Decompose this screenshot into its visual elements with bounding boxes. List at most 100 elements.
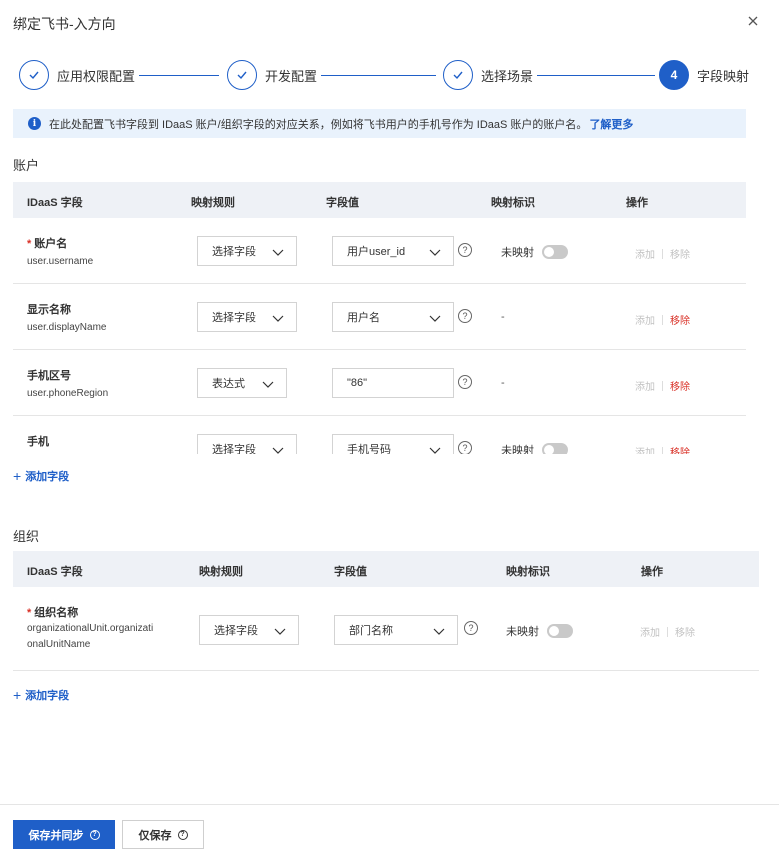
help-icon: ?	[177, 829, 188, 840]
help-icon[interactable]: ?	[458, 375, 472, 389]
map-flag: -	[501, 311, 505, 323]
close-icon[interactable]	[745, 13, 761, 29]
step-2[interactable]: 开发配置	[227, 60, 317, 90]
mapping-toggle[interactable]	[542, 443, 568, 454]
remove-button[interactable]: 移除	[670, 312, 690, 327]
add-button[interactable]: 添加	[635, 444, 655, 454]
step-number: 4	[659, 60, 689, 90]
col-flag: 映射标识	[506, 566, 550, 578]
required-mark: *	[27, 238, 32, 250]
chevron-down-icon	[272, 315, 284, 322]
add-button[interactable]: 添加	[635, 246, 655, 261]
field-key: organizationalUnit.organizati onalUnitNa…	[27, 623, 154, 650]
account-section-title: 账户	[13, 158, 40, 173]
col-rule: 映射规则	[191, 197, 235, 209]
help-icon[interactable]: ?	[458, 243, 472, 257]
value-select[interactable]: 手机号码	[332, 434, 454, 454]
add-account-field-button[interactable]: + 添加字段	[13, 468, 69, 484]
remove-button[interactable]: 移除	[670, 444, 690, 454]
map-flag: 未映射	[501, 244, 568, 260]
check-icon	[227, 60, 257, 90]
mapping-toggle[interactable]	[547, 624, 573, 638]
step-label: 字段映射	[697, 68, 750, 84]
mapping-toggle[interactable]	[542, 245, 568, 259]
learn-more-link[interactable]: 了解更多	[589, 116, 633, 132]
step-connector	[139, 75, 219, 76]
rule-select[interactable]: 选择字段	[199, 615, 299, 645]
step-indicator: 应用权限配置 开发配置 选择场景 4 字段映射	[19, 60, 759, 92]
field-name: 显示名称	[27, 304, 71, 316]
value-select[interactable]: 用户user_id	[332, 236, 454, 266]
step-label: 开发配置	[265, 68, 318, 84]
field-key: user.phoneRegion	[27, 388, 109, 399]
rule-select[interactable]: 选择字段	[197, 434, 297, 454]
table-row: 显示名称 user.displayName 选择字段 用户名 ? - 添加 移除	[13, 284, 746, 350]
rule-select[interactable]: 选择字段	[197, 302, 297, 332]
col-flag: 映射标识	[491, 197, 535, 209]
table-row: 手机 选择字段 手机号码 ? 未映射 添加 移除	[13, 416, 746, 454]
organization-table-header: IDaaS 字段 映射规则 字段值 映射标识 操作	[13, 551, 759, 587]
field-key: user.displayName	[27, 322, 107, 333]
footer-divider	[0, 804, 779, 805]
info-icon: i	[28, 117, 41, 130]
plus-icon: +	[13, 468, 22, 484]
value-select[interactable]: 用户名	[332, 302, 454, 332]
col-field: IDaaS 字段	[27, 566, 83, 578]
step-4[interactable]: 4 字段映射	[659, 60, 749, 90]
add-button[interactable]: 添加	[640, 624, 660, 639]
col-ops: 操作	[626, 197, 648, 209]
help-icon[interactable]: ?	[458, 441, 472, 454]
rule-select[interactable]: 选择字段	[197, 236, 297, 266]
save-and-sync-button[interactable]: 保存并同步 ?	[13, 820, 115, 849]
step-1[interactable]: 应用权限配置	[19, 60, 135, 90]
chevron-down-icon	[429, 315, 441, 322]
add-button[interactable]: 添加	[635, 312, 655, 327]
step-connector	[537, 75, 655, 76]
add-organization-field-button[interactable]: + 添加字段	[13, 687, 69, 703]
row-ops: 添加 移除	[640, 624, 695, 639]
col-ops: 操作	[641, 566, 663, 578]
help-icon[interactable]: ?	[464, 621, 478, 635]
row-ops: 添加 移除	[635, 246, 690, 261]
help-icon: ?	[89, 829, 100, 840]
rule-select[interactable]: 表达式	[197, 368, 287, 398]
required-mark: *	[27, 607, 32, 619]
table-row: * 组织名称 organizationalUnit.organizati onal…	[13, 587, 759, 671]
row-ops: 添加 移除	[635, 378, 690, 393]
notice-text: 在此处配置飞书字段到 IDaaS 账户/组织字段的对应关系，例如将飞书用户的手机…	[49, 118, 588, 131]
plus-icon: +	[13, 687, 22, 703]
step-label: 应用权限配置	[57, 68, 136, 84]
map-flag: 未映射	[506, 623, 573, 639]
step-3[interactable]: 选择场景	[443, 60, 533, 90]
step-label: 选择场景	[481, 68, 534, 84]
save-only-button[interactable]: 仅保存 ?	[122, 820, 204, 849]
step-connector	[321, 75, 436, 76]
chevron-down-icon	[272, 249, 284, 256]
col-value: 字段值	[334, 566, 367, 578]
check-icon	[443, 60, 473, 90]
chevron-down-icon	[429, 249, 441, 256]
map-flag: 未映射	[501, 442, 568, 454]
add-button[interactable]: 添加	[635, 378, 655, 393]
help-icon[interactable]: ?	[458, 309, 472, 323]
chevron-down-icon	[272, 447, 284, 454]
field-name: 账户名	[34, 238, 68, 250]
col-value: 字段值	[326, 197, 359, 209]
field-key: user.username	[27, 256, 94, 267]
row-ops: 添加 移除	[635, 444, 690, 454]
table-row: 手机区号 user.phoneRegion 表达式 "86" ? - 添加 移除	[13, 350, 746, 416]
value-select[interactable]: 部门名称	[334, 615, 458, 645]
remove-button[interactable]: 移除	[670, 378, 690, 393]
row-ops: 添加 移除	[635, 312, 690, 327]
chevron-down-icon	[429, 447, 441, 454]
value-input[interactable]: "86"	[332, 368, 454, 398]
info-notice: i 在此处配置飞书字段到 IDaaS 账户/组织字段的对应关系，例如将飞书用户的…	[13, 109, 746, 138]
col-field: IDaaS 字段	[27, 197, 83, 209]
check-icon	[19, 60, 49, 90]
remove-button[interactable]: 移除	[675, 624, 695, 639]
map-flag: -	[501, 377, 505, 389]
remove-button[interactable]: 移除	[670, 246, 690, 261]
account-rows[interactable]: * 账户名 user.username 选择字段 用户user_id ? 未映射 …	[13, 218, 759, 454]
field-name: 手机	[27, 436, 49, 448]
account-table-header: IDaaS 字段 映射规则 字段值 映射标识 操作	[13, 182, 746, 218]
